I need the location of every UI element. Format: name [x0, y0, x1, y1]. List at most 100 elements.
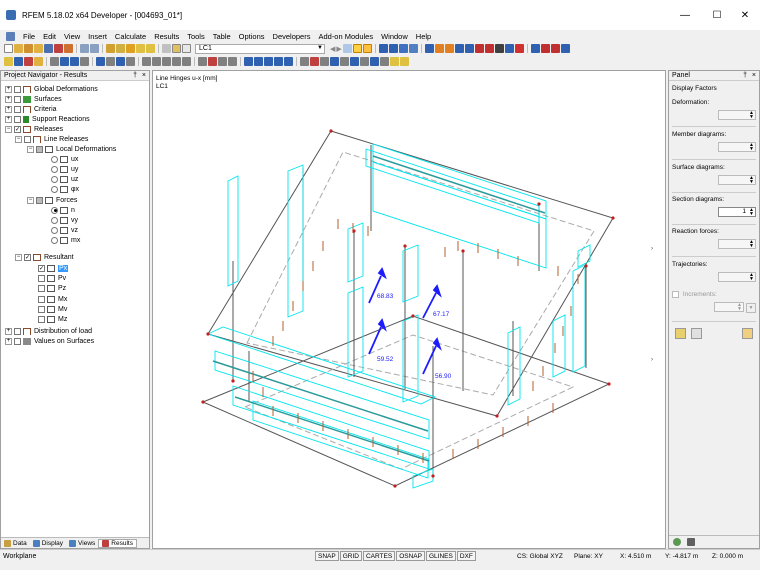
increments-spinner[interactable]: ▲ ▼	[714, 302, 744, 312]
checkbox[interactable]	[38, 274, 45, 282]
checkbox[interactable]	[24, 135, 31, 143]
tree-item-mz[interactable]: Mz	[38, 314, 67, 324]
osnap-toggle[interactable]: OSNAP	[396, 551, 425, 561]
animation-icon[interactable]	[378, 44, 388, 53]
radio[interactable]	[51, 155, 58, 163]
print-icon[interactable]	[54, 44, 63, 53]
increments-checkbox[interactable]	[672, 291, 679, 298]
mirror-icon[interactable]	[340, 57, 349, 66]
checkbox[interactable]	[38, 295, 45, 303]
report-icon[interactable]	[64, 44, 73, 53]
surface-diagrams-spinner[interactable]: ▲ ▼	[718, 175, 756, 185]
tree-item-local-deformations[interactable]: − Local Deformations	[27, 144, 116, 154]
section-diagrams-spinner[interactable]: 1 ▲ ▼	[718, 207, 756, 217]
results-icon[interactable]	[136, 44, 145, 53]
collapse-icon[interactable]: −	[27, 196, 34, 204]
axis-icon[interactable]	[50, 57, 59, 66]
menu-edit[interactable]: Edit	[39, 32, 60, 41]
node-icon[interactable]	[142, 57, 151, 66]
radio[interactable]	[51, 185, 58, 193]
check-icon[interactable]	[274, 57, 283, 66]
radio-selected[interactable]	[51, 206, 58, 214]
expand-icon[interactable]: +	[5, 337, 12, 345]
tree-item-support-reactions[interactable]: + Support Reactions	[5, 114, 90, 124]
cut-icon[interactable]	[310, 57, 319, 66]
color-scale-icon[interactable]	[673, 538, 681, 546]
tree-item-criteria[interactable]: + Criteria	[5, 104, 57, 114]
opening-icon[interactable]	[182, 57, 191, 66]
search-icon[interactable]	[116, 44, 125, 53]
tree-item-mv[interactable]: Mv	[38, 304, 67, 314]
move-icon[interactable]	[330, 57, 339, 66]
calculate-icon[interactable]	[126, 44, 135, 53]
tree-item-pz[interactable]: Pz	[38, 283, 66, 293]
menu-insert[interactable]: Insert	[84, 32, 111, 41]
menu-add-on-modules[interactable]: Add-on Modules	[314, 32, 377, 41]
tree-item-mx-resultant[interactable]: Mx	[38, 294, 67, 304]
trajectories-spinner[interactable]: ▲ ▼	[718, 272, 756, 282]
tree-item-resultant[interactable]: − ✓ Resultant	[15, 252, 74, 262]
rotate-tool-icon[interactable]	[380, 57, 389, 66]
tab-views[interactable]: Views	[66, 539, 98, 547]
open-icon[interactable]	[14, 44, 23, 53]
document-icon[interactable]	[6, 31, 15, 41]
tab-results[interactable]: Results	[98, 538, 137, 548]
scroll-arrow-icon[interactable]: ›	[651, 357, 653, 363]
radio[interactable]	[51, 165, 58, 173]
support-icon[interactable]	[454, 44, 464, 53]
expand-icon[interactable]: +	[5, 105, 12, 113]
tree-item-vy[interactable]: vy	[51, 215, 78, 225]
undo-icon[interactable]	[80, 44, 89, 53]
line-icon[interactable]	[152, 57, 161, 66]
fe-icon[interactable]	[254, 57, 263, 66]
edit-settings-button[interactable]	[675, 328, 686, 339]
chevron-down-icon[interactable]: ▼	[746, 303, 756, 313]
section-icon[interactable]	[208, 57, 217, 66]
close-button[interactable]: ✕	[730, 0, 760, 30]
graphics-viewport[interactable]: Line Hinges u-x [mm] LC1 68.83 67.17 59.…	[152, 70, 666, 549]
show-results-icon[interactable]	[146, 44, 155, 53]
copy-icon[interactable]	[320, 57, 329, 66]
dxf-toggle[interactable]: DXF	[456, 551, 476, 561]
iso-icon[interactable]	[398, 44, 408, 53]
member-tool-icon[interactable]	[162, 57, 171, 66]
reset-button[interactable]	[691, 328, 702, 339]
surface-icon[interactable]	[434, 44, 444, 53]
checkbox[interactable]	[36, 196, 43, 204]
tree-item-line-releases[interactable]: − Line Releases	[15, 134, 88, 144]
checkbox[interactable]	[14, 337, 21, 345]
radio[interactable]	[51, 236, 58, 244]
pin-icon[interactable]: †	[743, 71, 747, 81]
solid-model-icon[interactable]	[116, 57, 125, 66]
menu-tools[interactable]: Tools	[183, 32, 209, 41]
results-on-icon[interactable]	[352, 44, 362, 53]
zoom-icon[interactable]	[60, 57, 69, 66]
member-icon[interactable]	[424, 44, 434, 53]
previous-lc-icon[interactable]: ◀	[330, 45, 335, 53]
checkbox[interactable]: ✓	[14, 125, 21, 133]
collapse-icon[interactable]: −	[15, 135, 22, 143]
pick-icon[interactable]	[14, 57, 23, 66]
tree-item-uy[interactable]: uy	[51, 164, 78, 174]
maximize-button[interactable]: ☐	[702, 0, 732, 30]
info-icon[interactable]	[560, 44, 570, 53]
tab-data[interactable]: Data	[1, 539, 30, 547]
close-icon[interactable]: ×	[142, 71, 146, 81]
refine-icon[interactable]	[264, 57, 273, 66]
grid-icon[interactable]	[504, 44, 514, 53]
close-icon[interactable]: ×	[752, 71, 756, 81]
solid-icon[interactable]	[444, 44, 454, 53]
panel-icon[interactable]	[172, 44, 181, 53]
menu-options[interactable]: Options	[235, 32, 269, 41]
view-icon[interactable]	[408, 44, 418, 53]
member-diagrams-spinner[interactable]: ▲ ▼	[718, 142, 756, 152]
minimize-button[interactable]: —	[670, 0, 700, 30]
menu-window[interactable]: Window	[377, 32, 412, 41]
tree-item-surfaces[interactable]: + Surfaces	[5, 94, 62, 104]
checkbox[interactable]	[38, 305, 45, 313]
layers-icon[interactable]	[390, 57, 399, 66]
redo-icon[interactable]	[90, 44, 99, 53]
checkbox[interactable]: ✓	[24, 253, 31, 261]
open-template-icon[interactable]	[24, 44, 33, 53]
menu-table[interactable]: Table	[209, 32, 235, 41]
